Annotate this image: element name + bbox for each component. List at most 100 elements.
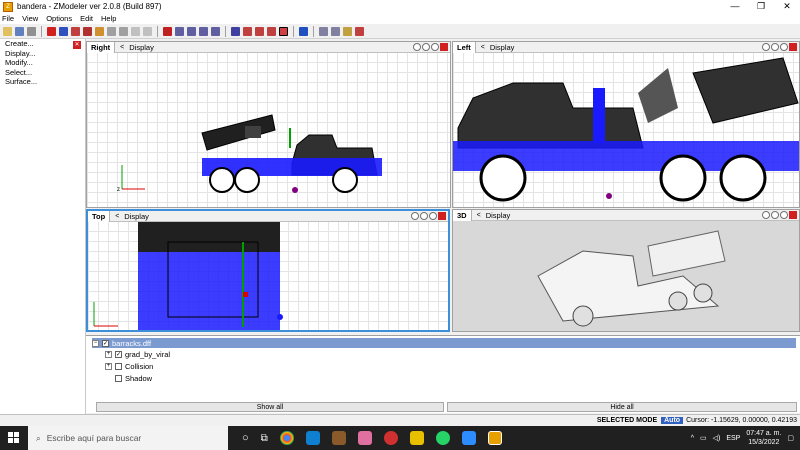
auto-toggle[interactable]: Auto	[661, 417, 684, 424]
command-display[interactable]: Display...	[0, 49, 85, 59]
display-menu[interactable]: Display	[129, 43, 154, 52]
save-as-icon[interactable]	[27, 26, 36, 36]
hierarchy-icon[interactable]	[319, 26, 328, 36]
expand-icon[interactable]: +	[105, 362, 112, 370]
delete-icon[interactable]	[47, 26, 56, 36]
zoom-icon[interactable]	[762, 43, 770, 51]
options-icon[interactable]	[95, 26, 104, 36]
cortana-icon[interactable]: ○	[242, 432, 249, 444]
network-icon[interactable]: ▭	[700, 434, 707, 442]
task-view-icon[interactable]: ⧉	[261, 433, 268, 444]
tree-item[interactable]: + ✓ grad_by_viral	[105, 349, 170, 359]
maximize-viewport-icon[interactable]	[789, 43, 797, 51]
orbit-icon[interactable]	[429, 212, 437, 220]
chevron-left-icon[interactable]: <	[472, 212, 486, 219]
chevron-left-icon[interactable]: <	[115, 44, 129, 51]
lock-selection-icon[interactable]	[279, 26, 288, 36]
orbit-icon[interactable]	[431, 43, 439, 51]
tree-item[interactable]: + Collision	[105, 361, 153, 371]
undo-icon[interactable]	[107, 26, 116, 36]
app-icon[interactable]	[383, 431, 398, 445]
file-explorer-icon[interactable]	[409, 431, 424, 445]
export-icon[interactable]	[71, 26, 80, 36]
zmodeler-taskbar-icon[interactable]	[487, 431, 502, 445]
scale-icon[interactable]	[199, 26, 208, 36]
language-indicator[interactable]: ESP	[726, 435, 740, 442]
tree-item[interactable]: Shadow	[115, 373, 152, 383]
orbit-icon[interactable]	[780, 211, 788, 219]
maximize-button[interactable]: ❐	[748, 0, 774, 13]
notifications-icon[interactable]: ▢	[787, 434, 794, 442]
rotate-icon[interactable]	[187, 26, 196, 36]
viewport-name[interactable]: Right	[87, 42, 116, 53]
menu-options[interactable]: Options	[46, 14, 72, 23]
import-icon[interactable]	[59, 26, 68, 36]
volume-icon[interactable]: ◁)	[713, 434, 721, 442]
viewport-left[interactable]: Left < Display	[452, 41, 800, 208]
menu-edit[interactable]: Edit	[80, 14, 93, 23]
menu-file[interactable]: File	[2, 14, 14, 23]
viewport-name[interactable]: Top	[88, 211, 111, 222]
viewport-name[interactable]: 3D	[453, 210, 472, 221]
zoom-icon[interactable]	[413, 43, 421, 51]
collapse-icon[interactable]: −	[92, 339, 99, 347]
app-icon[interactable]	[331, 431, 346, 445]
chevron-left-icon[interactable]: <	[110, 213, 124, 220]
material-icon[interactable]	[343, 26, 352, 36]
save-file-icon[interactable]	[15, 26, 24, 36]
item-checkbox[interactable]: ✓	[115, 350, 122, 358]
shade-mode-icon[interactable]	[299, 26, 308, 36]
zoom-icon[interactable]	[762, 211, 770, 219]
display-menu[interactable]: Display	[490, 43, 515, 52]
pan-icon[interactable]	[422, 43, 430, 51]
open-file-icon[interactable]	[3, 26, 12, 36]
edge-icon[interactable]	[305, 431, 320, 445]
command-surface[interactable]: Surface...	[0, 77, 85, 87]
minimize-button[interactable]: —	[722, 0, 748, 13]
viewport-right[interactable]: Right < Display z	[86, 41, 451, 208]
viewport-name[interactable]: Left	[453, 42, 476, 53]
mirror-icon[interactable]	[211, 26, 220, 36]
display-menu[interactable]: Display	[124, 212, 149, 221]
start-button[interactable]	[0, 426, 28, 450]
show-all-button[interactable]: Show all	[96, 402, 444, 412]
link-icon[interactable]	[331, 26, 340, 36]
zoom-icon[interactable]	[461, 431, 476, 445]
viewport-3d[interactable]: 3D < Display	[452, 209, 800, 332]
orbit-icon[interactable]	[780, 43, 788, 51]
record-icon[interactable]	[83, 26, 92, 36]
chevron-left-icon[interactable]: <	[476, 44, 490, 51]
viewport-top[interactable]: Top < Display	[86, 209, 450, 332]
select-icon[interactable]	[163, 26, 172, 36]
paste-icon[interactable]	[143, 26, 152, 36]
close-panel-icon[interactable]: ✕	[73, 41, 81, 49]
item-checkbox[interactable]	[115, 374, 122, 382]
maximize-viewport-icon[interactable]	[789, 211, 797, 219]
close-window-button[interactable]: ✕	[774, 0, 800, 13]
command-select[interactable]: Select...	[0, 68, 85, 78]
redo-icon[interactable]	[119, 26, 128, 36]
edge-mode-icon[interactable]	[243, 26, 252, 36]
item-checkbox[interactable]	[115, 362, 122, 370]
app-icon[interactable]	[357, 431, 372, 445]
maximize-viewport-icon[interactable]	[438, 212, 446, 220]
display-menu[interactable]: Display	[486, 211, 511, 220]
texture-icon[interactable]	[355, 26, 364, 36]
hide-all-button[interactable]: Hide all	[447, 402, 797, 412]
copy-icon[interactable]	[131, 26, 140, 36]
chevron-up-icon[interactable]: ^	[691, 435, 694, 442]
face-mode-icon[interactable]	[255, 26, 264, 36]
menu-view[interactable]: View	[22, 14, 38, 23]
tree-root[interactable]: − ✓ barracks.dff	[92, 338, 796, 348]
move-icon[interactable]	[175, 26, 184, 36]
clock[interactable]: 07:47 a. m. 15/3/2022	[746, 429, 781, 447]
command-modify[interactable]: Modify...	[0, 58, 85, 68]
expand-icon[interactable]: +	[105, 350, 112, 358]
taskbar-search-box[interactable]: ⌕ Escribe aquí para buscar	[28, 426, 228, 450]
pan-icon[interactable]	[420, 212, 428, 220]
maximize-viewport-icon[interactable]	[440, 43, 448, 51]
object-mode-icon[interactable]	[267, 26, 276, 36]
vertex-mode-icon[interactable]	[231, 26, 240, 36]
whatsapp-icon[interactable]	[435, 431, 450, 445]
chrome-icon[interactable]	[279, 431, 294, 445]
